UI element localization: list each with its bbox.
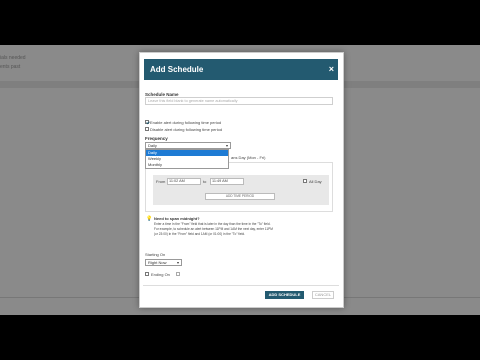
modal-header: Add Schedule × [144,59,338,80]
frequency-option-monthly[interactable]: Monthly [146,162,228,168]
from-time-input[interactable]: 11:02 AM [167,178,201,185]
time-period-panel: From 11:02 AM to 11:49 AM All Day ADD TI… [145,162,333,212]
ending-on-label: Ending On [151,272,170,277]
add-time-period-button[interactable]: ADD TIME PERIOD [205,193,275,200]
overnight-line-2: For example, to schedule an alert betwee… [154,227,273,231]
close-icon[interactable]: × [329,64,334,74]
starting-on-select[interactable]: Right Now ▾ [145,259,182,266]
frequency-dropdown[interactable]: Daily Weekly Monthly [145,149,229,169]
overnight-line-3: (or 23:00) in the "From" field and 1AM (… [154,232,245,236]
enable-alert-label: Enable alert during following time perio… [150,120,222,125]
to-time-input[interactable]: 11:49 AM [210,178,244,185]
add-schedule-button[interactable]: ADD SCHEDULE [265,291,304,299]
schedule-name-input[interactable]: Leave this field blank to generate name … [145,97,333,105]
lightbulb-icon: 💡 [146,216,153,222]
time-period-row: From 11:02 AM to 11:49 AM All Day ADD TI… [153,175,329,205]
from-label: From [156,179,166,184]
ending-on-checkbox[interactable] [145,272,149,276]
cancel-button[interactable]: CANCEL [312,291,334,299]
frequency-select[interactable]: Daily ▾ [145,142,231,149]
starting-on-value: Right Now [148,260,167,265]
to-label: to [203,179,207,184]
overnight-line-1: Enter a time in the "From" field that is… [154,222,271,226]
days-hint: ans Day (Mon - Fri) [231,155,266,160]
overnight-title: Need to span midnight? [154,216,200,221]
background-text-2: ents past [0,64,21,70]
disable-alert-radio[interactable] [145,127,149,131]
modal-footer-divider [143,285,339,286]
ending-on-date-toggle[interactable] [176,272,180,276]
frequency-label: Frequency [145,136,168,141]
starting-on-label: Starting On [145,252,166,257]
disable-alert-label: Disable alert during following time peri… [150,127,223,132]
chevron-down-icon: ▾ [176,260,179,265]
modal-title: Add Schedule [150,65,204,74]
enable-alert-radio[interactable] [145,120,149,124]
all-day-label: All Day [309,179,322,184]
background-text-1: ials needed [0,55,26,61]
all-day-checkbox[interactable] [303,179,307,183]
chevron-down-icon: ▾ [225,143,228,148]
frequency-value: Daily [148,143,157,148]
